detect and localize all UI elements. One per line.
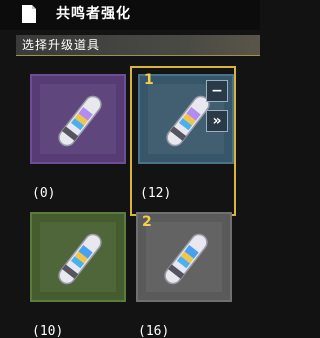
selected-count-badge: 2 [142,214,152,230]
max-button[interactable]: » [206,110,228,132]
item-count: (16) [138,324,170,338]
upgrade-item-card-2[interactable]: 1 − » (12) [130,66,236,216]
selected-count-badge: 1 [144,72,154,88]
section-title: 选择升级道具 [22,38,101,52]
upgrade-tube-icon [164,233,208,285]
item-count: (12) [140,186,172,201]
decrease-button[interactable]: − [206,80,228,102]
upgrade-item-card-3[interactable]: (10) [26,208,130,338]
item-tile[interactable] [30,74,126,164]
document-icon [22,5,36,23]
upgrade-item-panel: 共鸣者强化 选择升级道具 (0) 1 − » (12) (10) 2 (16) [0,0,260,338]
item-tile[interactable] [30,212,126,302]
page-title: 共鸣者强化 [56,6,131,22]
upgrade-tube-icon [58,95,102,147]
top-bar: 共鸣者强化 [0,0,260,30]
upgrade-item-card-4[interactable]: 2 (16) [132,208,236,338]
section-header: 选择升级道具 [16,35,260,56]
upgrade-tube-icon [58,233,102,285]
item-count: (10) [32,324,64,338]
item-count: (0) [32,186,56,201]
upgrade-item-card-1[interactable]: (0) [26,70,130,216]
